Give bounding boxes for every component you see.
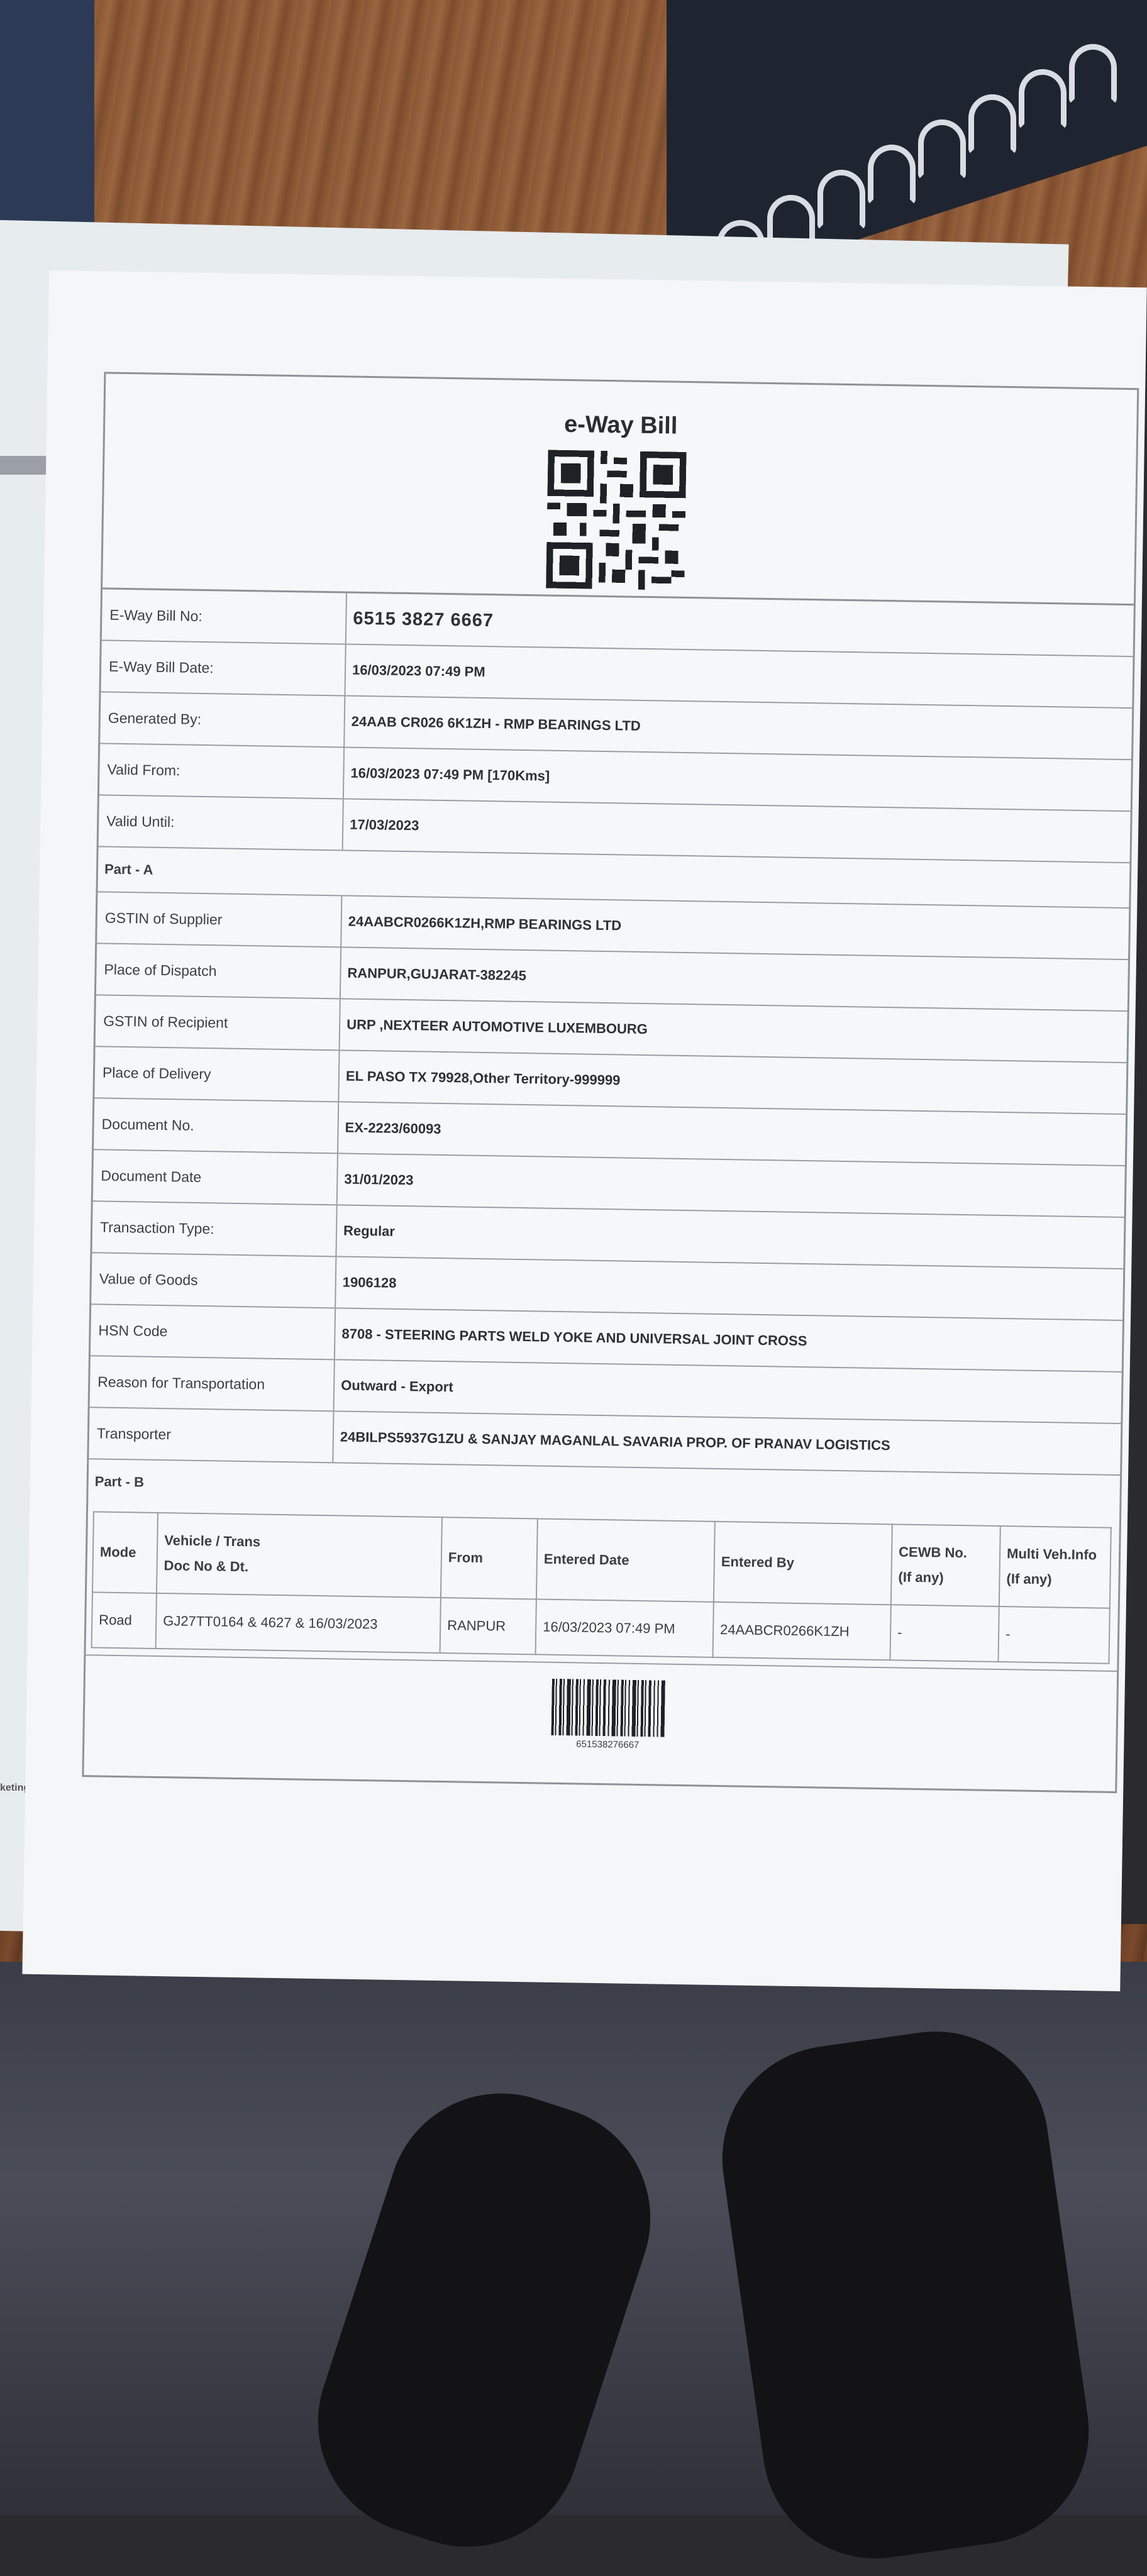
document-title: e-Way Bill: [563, 411, 678, 439]
sticky-tab: [0, 456, 49, 475]
field-value: EX-2223/60093: [345, 1119, 441, 1137]
table-header-row: Mode Vehicle / Trans Doc No & Dt. From E…: [92, 1512, 1111, 1608]
document-header: e-Way Bill: [103, 373, 1138, 606]
field-label: HSN Code: [90, 1305, 336, 1359]
field-value: RANPUR,GUJARAT-382245: [347, 965, 527, 984]
table-cell: -: [890, 1605, 999, 1662]
field-value: EL PASO TX 79928,Other Territory-999999: [345, 1068, 621, 1088]
part-b-table: Mode Vehicle / Trans Doc No & Dt. From E…: [91, 1511, 1112, 1664]
table-cell: -: [998, 1606, 1110, 1664]
field-label: Valid Until:: [98, 795, 344, 850]
barcode-number: 651538276667: [576, 1739, 640, 1751]
field-label: Transporter: [89, 1408, 335, 1462]
field-label: Place of Dispatch: [96, 944, 342, 998]
column-header: Entered Date: [536, 1518, 715, 1602]
field-label: GSTIN of Supplier: [97, 892, 343, 947]
column-header: CEWB No. (If any): [890, 1524, 1000, 1606]
column-header: Entered By: [713, 1521, 892, 1605]
eway-bill-number: 6515 3827 6667: [353, 608, 494, 631]
column-header: Mode: [92, 1512, 158, 1593]
binder-ring: [968, 94, 1016, 155]
table-cell: Road: [91, 1592, 157, 1649]
binder-ring: [918, 119, 966, 180]
field-value: Regular: [343, 1222, 396, 1239]
column-header: Vehicle / Trans Doc No & Dt.: [156, 1512, 442, 1598]
field-value: 1906128: [342, 1274, 397, 1291]
field-value: 24AABCR0266K1ZH,RMP BEARINGS LTD: [348, 913, 622, 934]
field-value: 31/01/2023: [344, 1171, 414, 1188]
field-label: Document No.: [94, 1098, 340, 1153]
field-value: 24AAB CR026 6K1ZH - RMP BEARINGS LTD: [351, 713, 641, 734]
field-label: Document Date: [92, 1150, 338, 1205]
field-label: Place of Delivery: [94, 1047, 340, 1102]
table-cell: 24AABCR0266K1ZH: [712, 1601, 891, 1661]
document-footer: 651538276667: [84, 1654, 1117, 1791]
column-header: From: [440, 1517, 538, 1600]
binder-ring: [817, 170, 865, 230]
barcode-icon: [551, 1678, 665, 1737]
binder-ring: [1069, 44, 1117, 104]
table-cell: GJ27TT0164 & 4627 & 16/03/2023: [155, 1593, 441, 1654]
column-header: Multi Veh.Info (If any): [999, 1526, 1111, 1608]
field-value: URP ,NEXTEER AUTOMOTIVE LUXEMBOURG: [346, 1016, 648, 1037]
field-value: 16/03/2023 07:49 PM: [352, 661, 485, 680]
field-value: 17/03/2023: [350, 816, 419, 834]
qr-code-icon: [546, 450, 687, 590]
field-label: Value of Goods: [91, 1253, 337, 1308]
field-value: 24BILPS5937G1ZU & SANJAY MAGANLAL SAVARI…: [340, 1429, 890, 1454]
e-way-bill-document: e-Way Bill E-Way Bill No: 6515 3827 6667…: [82, 372, 1139, 1793]
field-label: Generated By:: [100, 692, 346, 747]
field-value: Outward - Export: [341, 1377, 453, 1395]
field-label: E-Way Bill Date:: [101, 641, 346, 695]
field-value: 8708 - STEERING PARTS WELD YOKE AND UNIV…: [341, 1325, 807, 1349]
field-value: 16/03/2023 07:49 PM [170Kms]: [350, 765, 550, 784]
table-cell: 16/03/2023 07:49 PM: [535, 1599, 714, 1657]
field-label: Reason for Transportation: [89, 1356, 335, 1411]
table-cell: RANPUR: [440, 1598, 536, 1655]
field-label: E-Way Bill No:: [101, 589, 347, 644]
field-label: Transaction Type:: [92, 1202, 338, 1256]
field-label: GSTIN of Recipient: [95, 995, 341, 1050]
e-way-bill-paper: e-Way Bill E-Way Bill No: 6515 3827 6667…: [22, 270, 1147, 1992]
binder-ring: [1019, 69, 1067, 130]
field-label: Valid From:: [99, 744, 345, 799]
binder-ring: [868, 145, 916, 205]
